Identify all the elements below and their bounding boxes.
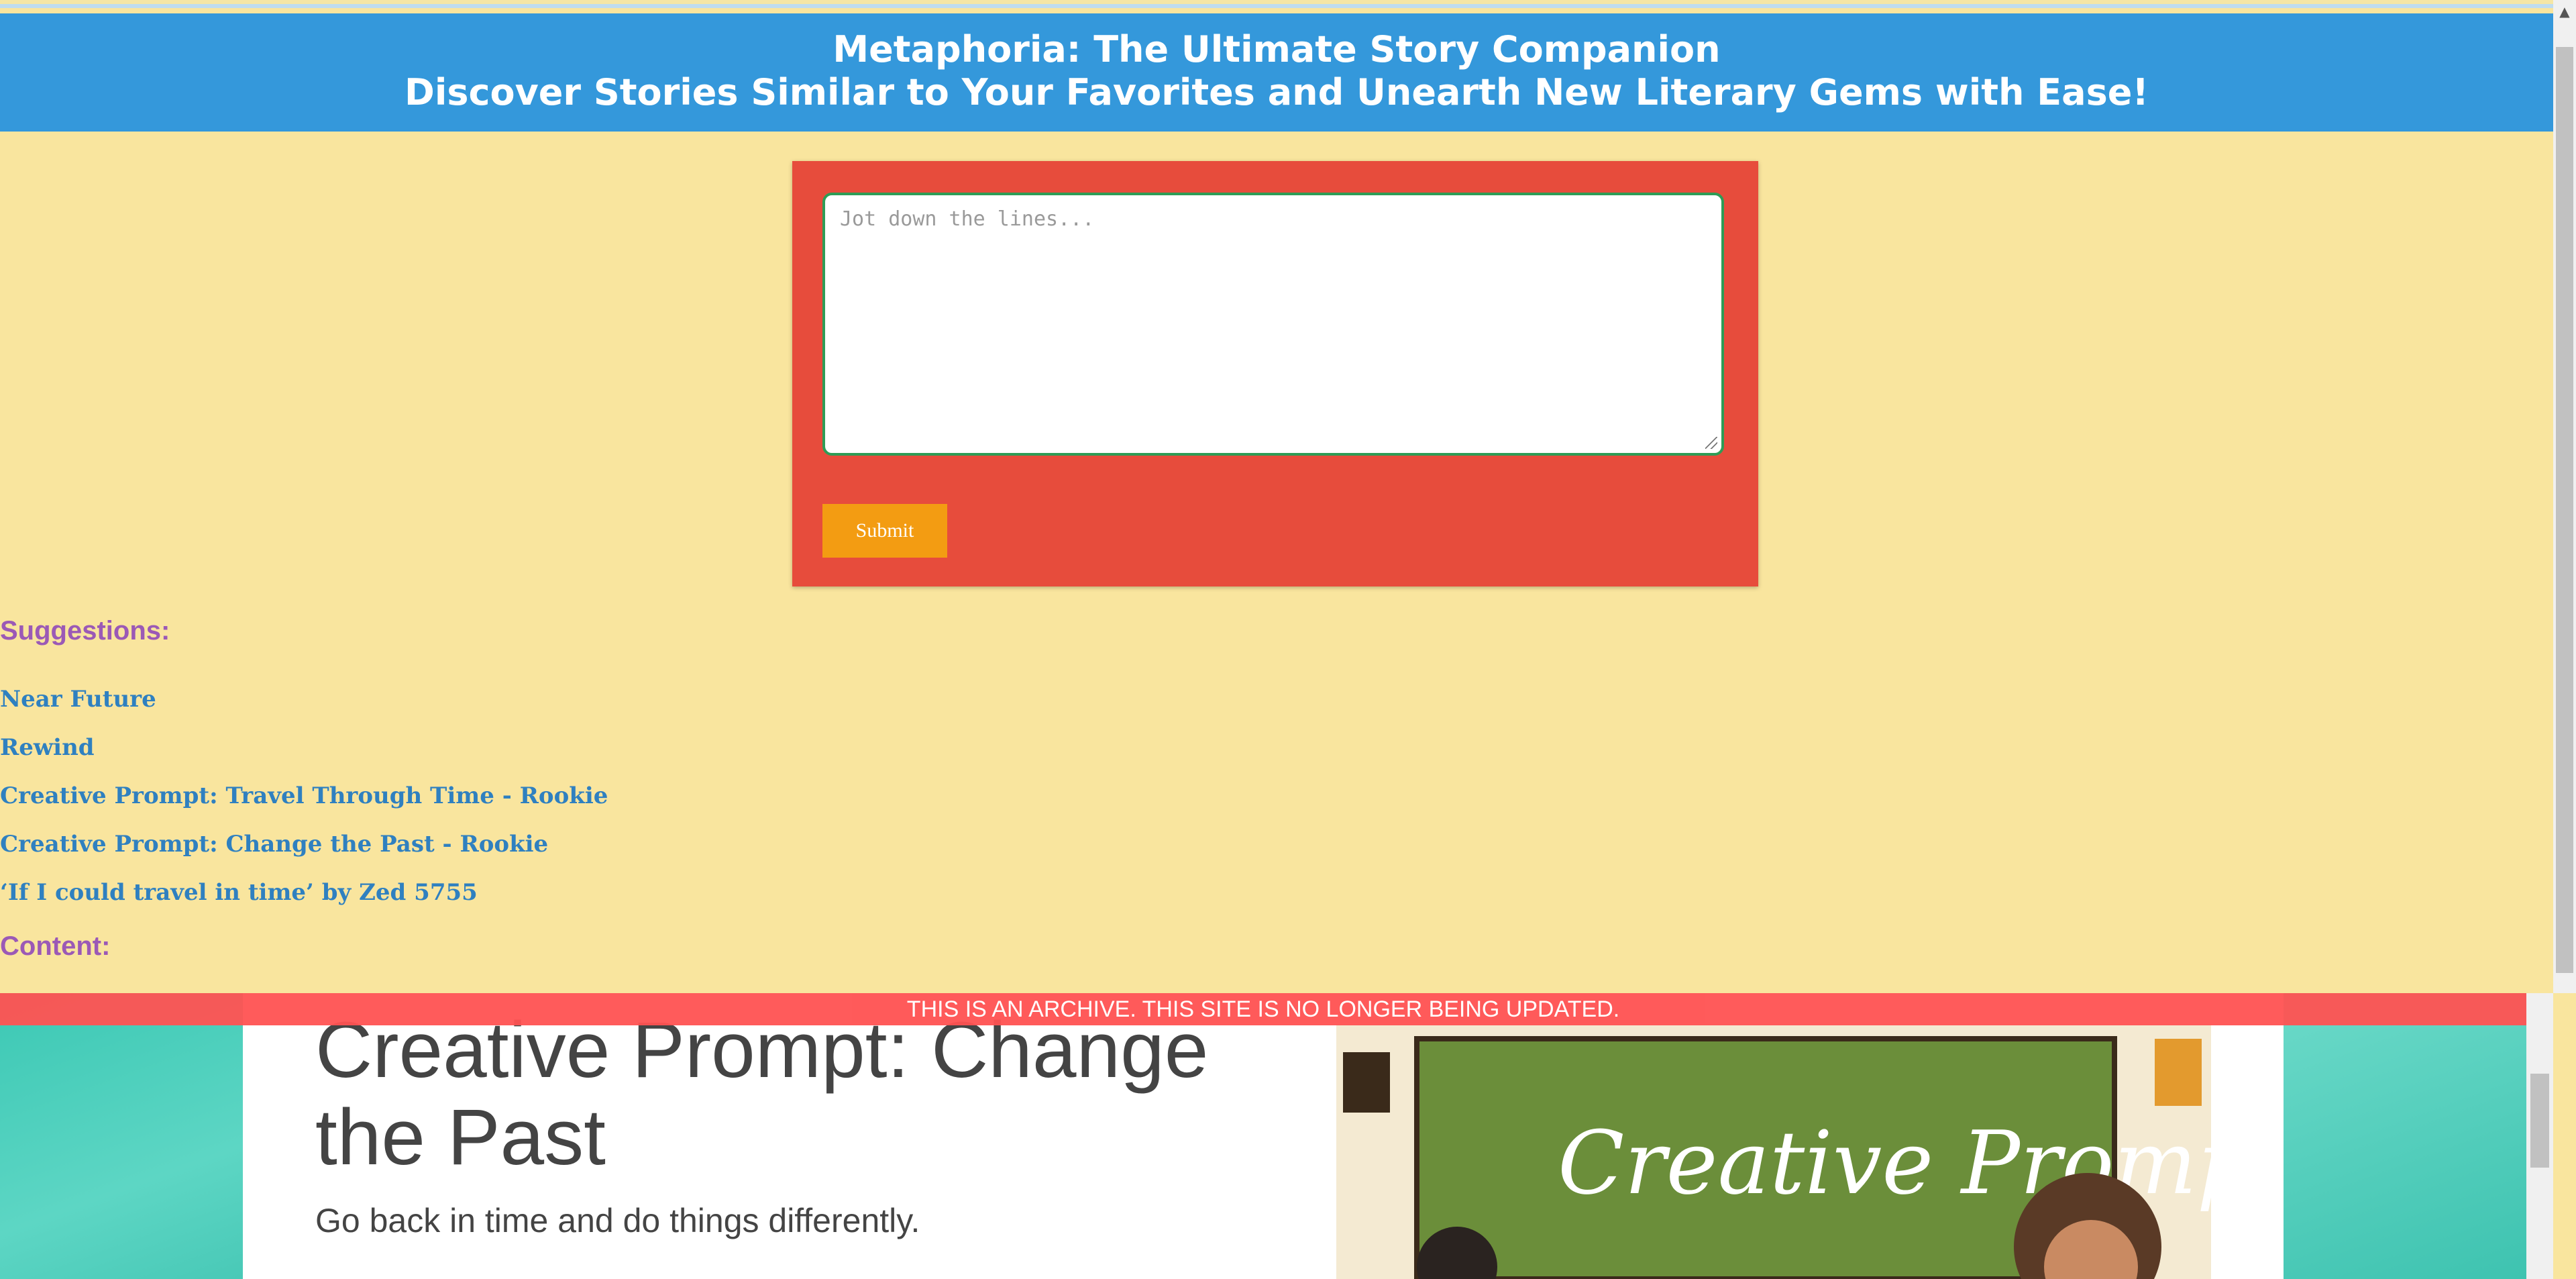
embed-scrollbar[interactable] <box>2526 993 2553 1279</box>
content-embed: Creative Prompt: Change the Past Go back… <box>0 993 2526 1279</box>
chalkboard-illustration-icon: Creative Prompt! <box>1336 1025 2211 1279</box>
top-strip <box>0 0 2553 8</box>
suggestion-link[interactable]: Rewind <box>0 723 608 772</box>
suggestions-heading: Suggestions: <box>0 616 170 646</box>
suggestion-link[interactable]: Creative Prompt: Change the Past - Rooki… <box>0 820 608 868</box>
resize-handle-icon[interactable] <box>1705 437 1717 449</box>
suggestion-link[interactable]: Creative Prompt: Travel Through Time - R… <box>0 772 608 820</box>
site-title: Metaphoria: The Ultimate Story Companion <box>833 28 1721 70</box>
lines-textarea[interactable]: Jot down the lines... <box>822 193 1724 456</box>
scrollbar-thumb[interactable] <box>2556 47 2573 973</box>
article-subtitle: Go back in time and do things differentl… <box>315 1202 920 1239</box>
page-scrollbar[interactable]: ▲ <box>2553 0 2576 993</box>
archive-notice-bar: THIS IS AN ARCHIVE. THIS SITE IS NO LONG… <box>0 993 2526 1025</box>
embed-scrollbar-thumb[interactable] <box>2530 1074 2549 1168</box>
textarea-placeholder: Jot down the lines... <box>840 207 1095 231</box>
site-header: Metaphoria: The Ultimate Story Companion… <box>0 13 2553 132</box>
article-title: Creative Prompt: Change the Past <box>315 1006 1209 1182</box>
submit-button[interactable]: Submit <box>822 504 947 558</box>
suggestion-link[interactable]: ‘If I could travel in time’ by Zed 5755 <box>0 868 608 917</box>
content-heading: Content: <box>0 931 111 961</box>
input-form: Jot down the lines... Submit <box>792 161 1758 586</box>
site-tagline: Discover Stories Similar to Your Favorit… <box>405 71 2149 113</box>
article-illustration: Creative Prompt! <box>1336 1025 2211 1279</box>
scroll-up-arrow-icon[interactable]: ▲ <box>2553 0 2576 23</box>
suggestion-link[interactable]: Near Future <box>0 675 608 723</box>
suggestions-list: Near Future Rewind Creative Prompt: Trav… <box>0 675 608 917</box>
